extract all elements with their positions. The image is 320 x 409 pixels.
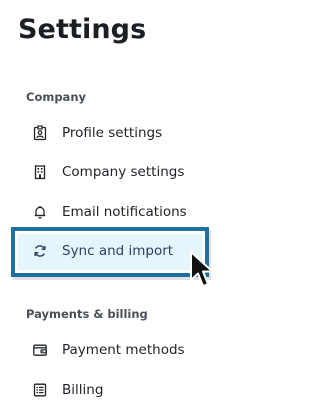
wallet-icon — [32, 342, 48, 358]
page-title: Settings — [18, 14, 147, 45]
sidebar-item-label: Profile settings — [62, 125, 163, 141]
sidebar-item-label: Sync and import — [62, 243, 174, 259]
sidebar-item-profile-settings[interactable]: Profile settings — [26, 117, 162, 149]
sync-icon — [32, 243, 48, 259]
section-title-payments-billing: Payments & billing — [26, 307, 148, 321]
bell-icon — [32, 204, 48, 220]
invoice-icon — [32, 382, 48, 398]
settings-page: Settings Company Profile settings Compan… — [0, 0, 274, 409]
sidebar-item-label: Email notifications — [62, 204, 187, 220]
section-title-company: Company — [26, 90, 86, 104]
sidebar-item-label: Billing — [62, 382, 104, 398]
building-icon — [32, 164, 48, 180]
sidebar-item-sync-and-import[interactable]: Sync and import — [26, 235, 173, 267]
mouse-pointer-icon — [190, 251, 214, 287]
sidebar-item-payment-methods[interactable]: Payment methods — [26, 334, 185, 366]
sidebar-item-label: Company settings — [62, 164, 185, 180]
badge-icon — [32, 125, 48, 141]
sidebar-item-email-notifications[interactable]: Email notifications — [26, 196, 187, 228]
sidebar-item-label: Payment methods — [62, 342, 185, 358]
sidebar-item-billing[interactable]: Billing — [26, 374, 103, 406]
sidebar-item-company-settings[interactable]: Company settings — [26, 156, 184, 188]
